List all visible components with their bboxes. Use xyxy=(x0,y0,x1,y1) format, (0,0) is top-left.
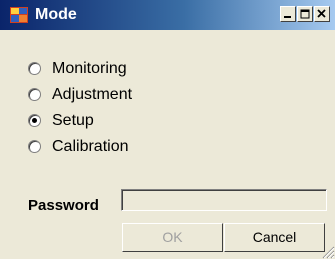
cancel-button[interactable]: Cancel xyxy=(224,223,325,252)
password-input[interactable] xyxy=(121,189,327,211)
maximize-button[interactable] xyxy=(297,6,313,22)
radio-label: Calibration xyxy=(52,138,129,155)
radio-button[interactable] xyxy=(28,62,41,75)
minimize-button[interactable] xyxy=(280,6,296,22)
window-title: Mode xyxy=(35,6,77,23)
ok-button[interactable]: OK xyxy=(122,223,223,252)
maximize-icon xyxy=(300,9,310,19)
app-icon xyxy=(10,7,28,23)
title-bar[interactable]: Mode xyxy=(0,0,335,30)
radio-label: Setup xyxy=(52,112,94,129)
radio-label: Monitoring xyxy=(52,60,127,77)
radio-button-selected[interactable] xyxy=(28,114,41,127)
password-label: Password xyxy=(28,197,99,214)
radio-button[interactable] xyxy=(28,88,41,101)
mode-dialog: Mode Monitoring Adjustment Setup Calibra… xyxy=(0,0,335,259)
radio-label: Adjustment xyxy=(52,86,133,103)
radio-selected-dot xyxy=(32,118,37,123)
close-button[interactable] xyxy=(314,6,330,22)
radio-button[interactable] xyxy=(28,140,41,153)
close-icon xyxy=(317,9,326,18)
minimize-icon xyxy=(284,16,291,18)
resize-grip-icon[interactable] xyxy=(321,245,335,259)
